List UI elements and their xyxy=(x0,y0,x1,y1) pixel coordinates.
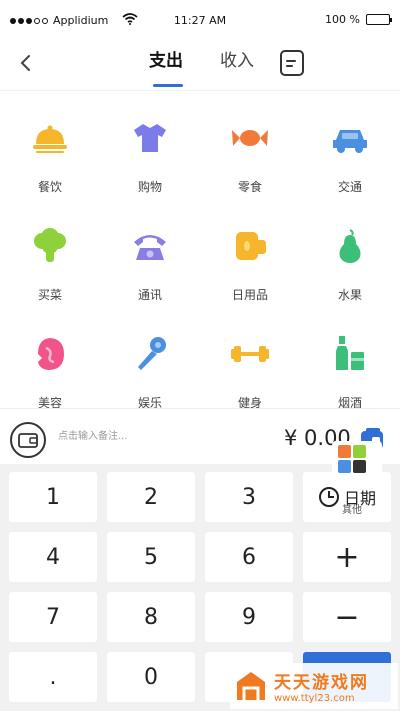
food-cloche-icon xyxy=(33,125,67,153)
battery-status: 100 % xyxy=(325,13,392,26)
battery-percent: 100 % xyxy=(325,13,360,26)
car-icon xyxy=(333,130,367,153)
category-beauty[interactable]: 美容 xyxy=(10,334,90,411)
key-minus[interactable]: − xyxy=(303,592,391,642)
category-snacks[interactable]: 零食 xyxy=(210,118,290,195)
other-label: 其他 xyxy=(342,505,362,516)
category-tobacco-alcohol[interactable]: 烟酒 xyxy=(310,334,390,411)
key-6[interactable]: 6 xyxy=(205,532,293,582)
wallet-icon xyxy=(18,433,38,448)
pear-icon xyxy=(339,229,361,263)
key-5[interactable]: 5 xyxy=(107,532,195,582)
category-label: 交通 xyxy=(337,180,362,194)
header-divider xyxy=(0,90,400,91)
key-plus[interactable]: + xyxy=(303,532,391,582)
battery-icon xyxy=(366,14,392,25)
microphone-icon xyxy=(138,337,166,370)
key-2[interactable]: 2 xyxy=(107,472,195,522)
category-shopping[interactable]: 购物 xyxy=(110,118,190,195)
category-label: 买菜 xyxy=(37,288,62,302)
shirt-icon xyxy=(134,124,166,152)
face-icon xyxy=(38,338,64,370)
category-label: 通讯 xyxy=(137,288,162,302)
category-communication[interactable]: 通讯 xyxy=(110,226,190,303)
category-groceries[interactable]: 买菜 xyxy=(10,226,90,303)
key-7[interactable]: 7 xyxy=(9,592,97,642)
telephone-icon xyxy=(134,235,166,260)
bottle-icon xyxy=(336,336,364,370)
back-chevron-icon xyxy=(20,55,30,71)
status-bar: Applidium 11:27 AM 100 % xyxy=(0,0,400,40)
broccoli-icon xyxy=(34,228,66,262)
watermark-logo-icon xyxy=(237,672,265,700)
category-label: 日用品 xyxy=(231,288,268,302)
key-9[interactable]: 9 xyxy=(205,592,293,642)
account-select-button[interactable] xyxy=(10,422,46,458)
key-0[interactable]: 0 xyxy=(107,652,195,702)
category-label: 餐饮 xyxy=(37,180,62,194)
category-entertainment[interactable]: 娱乐 xyxy=(110,334,190,411)
category-food[interactable]: 餐饮 xyxy=(10,118,90,195)
category-fitness[interactable]: 健身 xyxy=(210,334,290,411)
candy-icon xyxy=(232,130,268,146)
clock-icon xyxy=(318,487,339,507)
category-label: 购物 xyxy=(137,180,162,194)
category-daily-goods[interactable]: 日用品 xyxy=(210,226,290,303)
category-label: 水果 xyxy=(337,288,362,302)
grid-apps-icon xyxy=(338,445,366,473)
watermark-url: www.ttyl23.com xyxy=(274,693,355,704)
back-button[interactable] xyxy=(12,50,38,76)
bill-list-button[interactable] xyxy=(280,50,304,76)
key-8[interactable]: 8 xyxy=(107,592,195,642)
other-category-widget[interactable]: 其他 xyxy=(332,441,382,516)
category-fruit[interactable]: 水果 xyxy=(310,226,390,303)
header: 支出 收入 xyxy=(0,40,400,90)
tissue-roll-icon xyxy=(236,232,266,260)
key-4[interactable]: 4 xyxy=(9,532,97,582)
key-3[interactable]: 3 xyxy=(205,472,293,522)
active-tab-indicator xyxy=(153,84,183,87)
category-transport[interactable]: 交通 xyxy=(310,118,390,195)
dumbbell-icon xyxy=(231,346,269,362)
category-label: 零食 xyxy=(237,180,262,194)
remark-input[interactable] xyxy=(58,426,258,446)
bill-list-icon xyxy=(286,59,296,62)
key-1[interactable]: 1 xyxy=(9,472,97,522)
key-dot[interactable]: . xyxy=(9,652,97,702)
tab-expense[interactable]: 支出 xyxy=(149,50,183,72)
tab-income[interactable]: 收入 xyxy=(220,50,254,72)
watermark: 天天游戏网 www.ttyl23.com xyxy=(230,663,398,709)
watermark-title: 天天游戏网 xyxy=(274,673,369,693)
